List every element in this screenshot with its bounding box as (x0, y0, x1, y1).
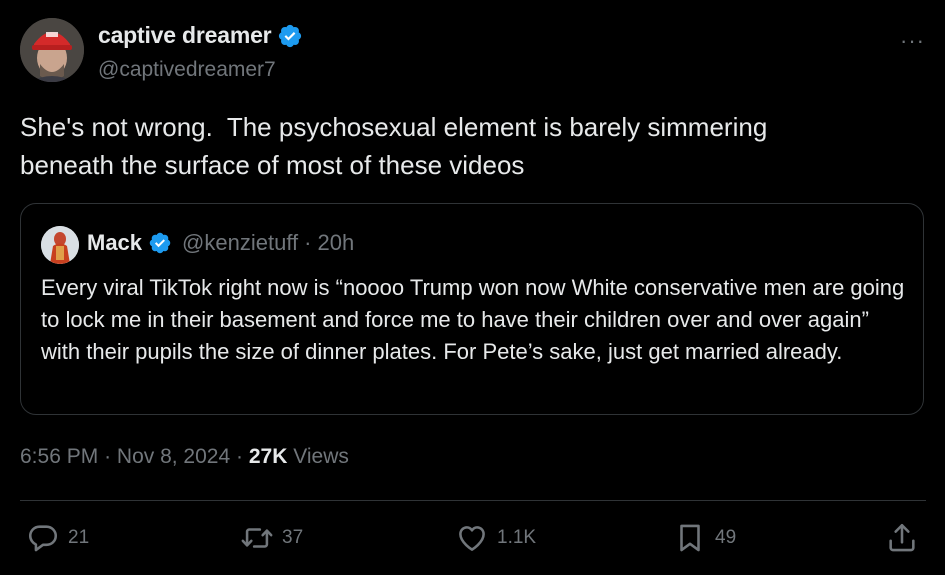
quoted-avatar-photo-icon (41, 226, 79, 264)
more-options-icon[interactable]: ··· (900, 28, 925, 54)
avatar-photo-icon (20, 18, 84, 82)
author-name[interactable]: captive dreamer (98, 22, 272, 49)
quoted-header: Mack @kenzietuff · 20h (87, 230, 354, 256)
quoted-separator: · (304, 230, 312, 255)
repost-icon (241, 528, 273, 548)
bookmark-button[interactable]: 49 (673, 522, 736, 554)
author-name-row[interactable]: captive dreamer (98, 22, 303, 49)
quoted-time[interactable]: 20h (317, 230, 354, 256)
like-count: 1.1K (497, 527, 537, 548)
author-handle[interactable]: @captivedreamer7 (98, 58, 276, 82)
meta-separator: · (104, 445, 112, 468)
author-avatar[interactable] (20, 18, 84, 82)
share-button[interactable] (885, 522, 919, 554)
reply-button[interactable]: 21 (26, 522, 89, 554)
bookmark-count: 49 (715, 527, 737, 548)
like-button[interactable]: 1.1K (455, 522, 536, 554)
bookmark-icon (680, 524, 700, 552)
verified-badge-icon (279, 24, 302, 47)
reply-icon (28, 525, 58, 552)
repost-count: 37 (282, 527, 304, 548)
views-label: Views (293, 445, 349, 468)
quoted-verified-badge-icon (149, 232, 171, 254)
tweet-time[interactable]: 6:56 PM (20, 445, 98, 468)
meta-separator: · (236, 445, 243, 468)
heart-icon (459, 526, 485, 551)
tweet-date[interactable]: Nov 8, 2024 (117, 445, 230, 468)
divider (20, 500, 926, 501)
quoted-text: Every viral TikTok right now is “noooo T… (41, 275, 905, 364)
quoted-author-avatar[interactable] (41, 226, 79, 264)
share-icon (889, 523, 915, 552)
quoted-author-handle[interactable]: @kenzietuff (182, 230, 298, 256)
quoted-author-name[interactable]: Mack (87, 230, 142, 256)
tweet-text: She's not wrong. The psychosexual elemen… (20, 112, 768, 180)
quoted-tweet[interactable]: Mack @kenzietuff · 20h Every viral TikTo… (20, 203, 924, 415)
views-count: 27K (248, 445, 288, 468)
tweet-meta: 6:56 PM · Nov 8, 2024 · 27K Views (20, 445, 349, 469)
repost-button[interactable]: 37 (240, 522, 303, 554)
reply-count: 21 (68, 527, 90, 548)
